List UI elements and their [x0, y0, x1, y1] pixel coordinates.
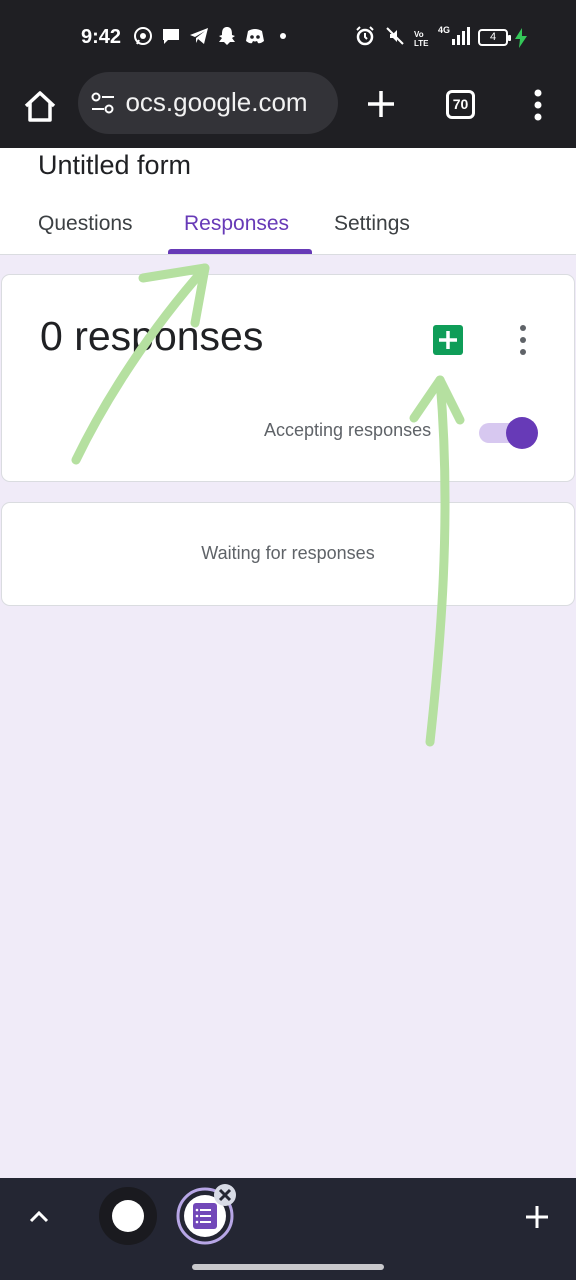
browser-toolbar: docs.google.com 70 — [0, 72, 576, 148]
circle-icon — [112, 1200, 144, 1232]
home-icon[interactable] — [20, 87, 60, 127]
address-bar[interactable]: docs.google.com — [78, 72, 338, 134]
more-vert-icon[interactable] — [528, 88, 548, 122]
4g-signal-icon: 4G — [438, 25, 470, 52]
status-bar: 9:42 Vo LTE 4G 4 — [0, 0, 576, 78]
more-options-icon[interactable] — [513, 323, 533, 357]
message-icon — [160, 25, 182, 47]
google-sheets-icon[interactable] — [432, 324, 464, 356]
status-time: 9:42 — [81, 26, 122, 48]
site-settings-icon[interactable] — [90, 91, 116, 115]
system-icons: Vo LTE 4G — [354, 25, 470, 52]
battery-icon: 4 — [478, 29, 511, 46]
snapchat-icon — [216, 25, 238, 47]
gesture-bar[interactable] — [192, 1264, 384, 1270]
close-bubble-icon[interactable] — [214, 1184, 236, 1206]
mute-icon — [384, 25, 406, 52]
notification-icons — [132, 25, 294, 47]
telegram-icon — [188, 25, 210, 47]
toggle-knob — [506, 417, 538, 449]
charging-icon — [514, 28, 528, 53]
chevron-up-icon[interactable] — [24, 1202, 54, 1232]
accepting-responses-toggle[interactable] — [477, 417, 539, 449]
tabs-icon[interactable]: 70 — [446, 90, 475, 119]
volte-icon: Vo LTE — [414, 29, 429, 48]
new-tab-icon[interactable] — [365, 88, 397, 120]
response-count: 0 responses — [40, 313, 264, 359]
waiting-text: Waiting for responses — [201, 543, 375, 563]
battery-level: 4 — [489, 31, 497, 43]
network-label: 4G — [438, 25, 451, 35]
url-text[interactable]: docs.google.com — [124, 87, 330, 118]
active-tab-indicator — [168, 249, 312, 254]
form-title[interactable]: Untitled form — [38, 150, 191, 181]
tab-questions[interactable]: Questions — [38, 212, 133, 236]
form-header: Untitled form Questions Responses Settin… — [0, 148, 576, 255]
accepting-responses-label: Accepting responses — [264, 420, 432, 440]
tab-settings[interactable]: Settings — [334, 212, 410, 236]
bottom-bar — [0, 1178, 576, 1280]
discord-icon — [244, 25, 266, 47]
responses-summary-card: 0 responses Accepting responses — [1, 274, 575, 482]
plus-icon[interactable] — [522, 1202, 552, 1232]
alarm-icon — [354, 25, 376, 52]
waiting-card: Waiting for responses — [1, 502, 575, 606]
circle-button[interactable] — [99, 1187, 157, 1245]
forms-bubble-icon[interactable] — [176, 1184, 236, 1245]
whatsapp-icon — [132, 25, 154, 47]
tab-responses[interactable]: Responses — [184, 212, 289, 236]
dot-icon — [272, 25, 294, 47]
url-value: docs.google.com — [124, 87, 308, 117]
